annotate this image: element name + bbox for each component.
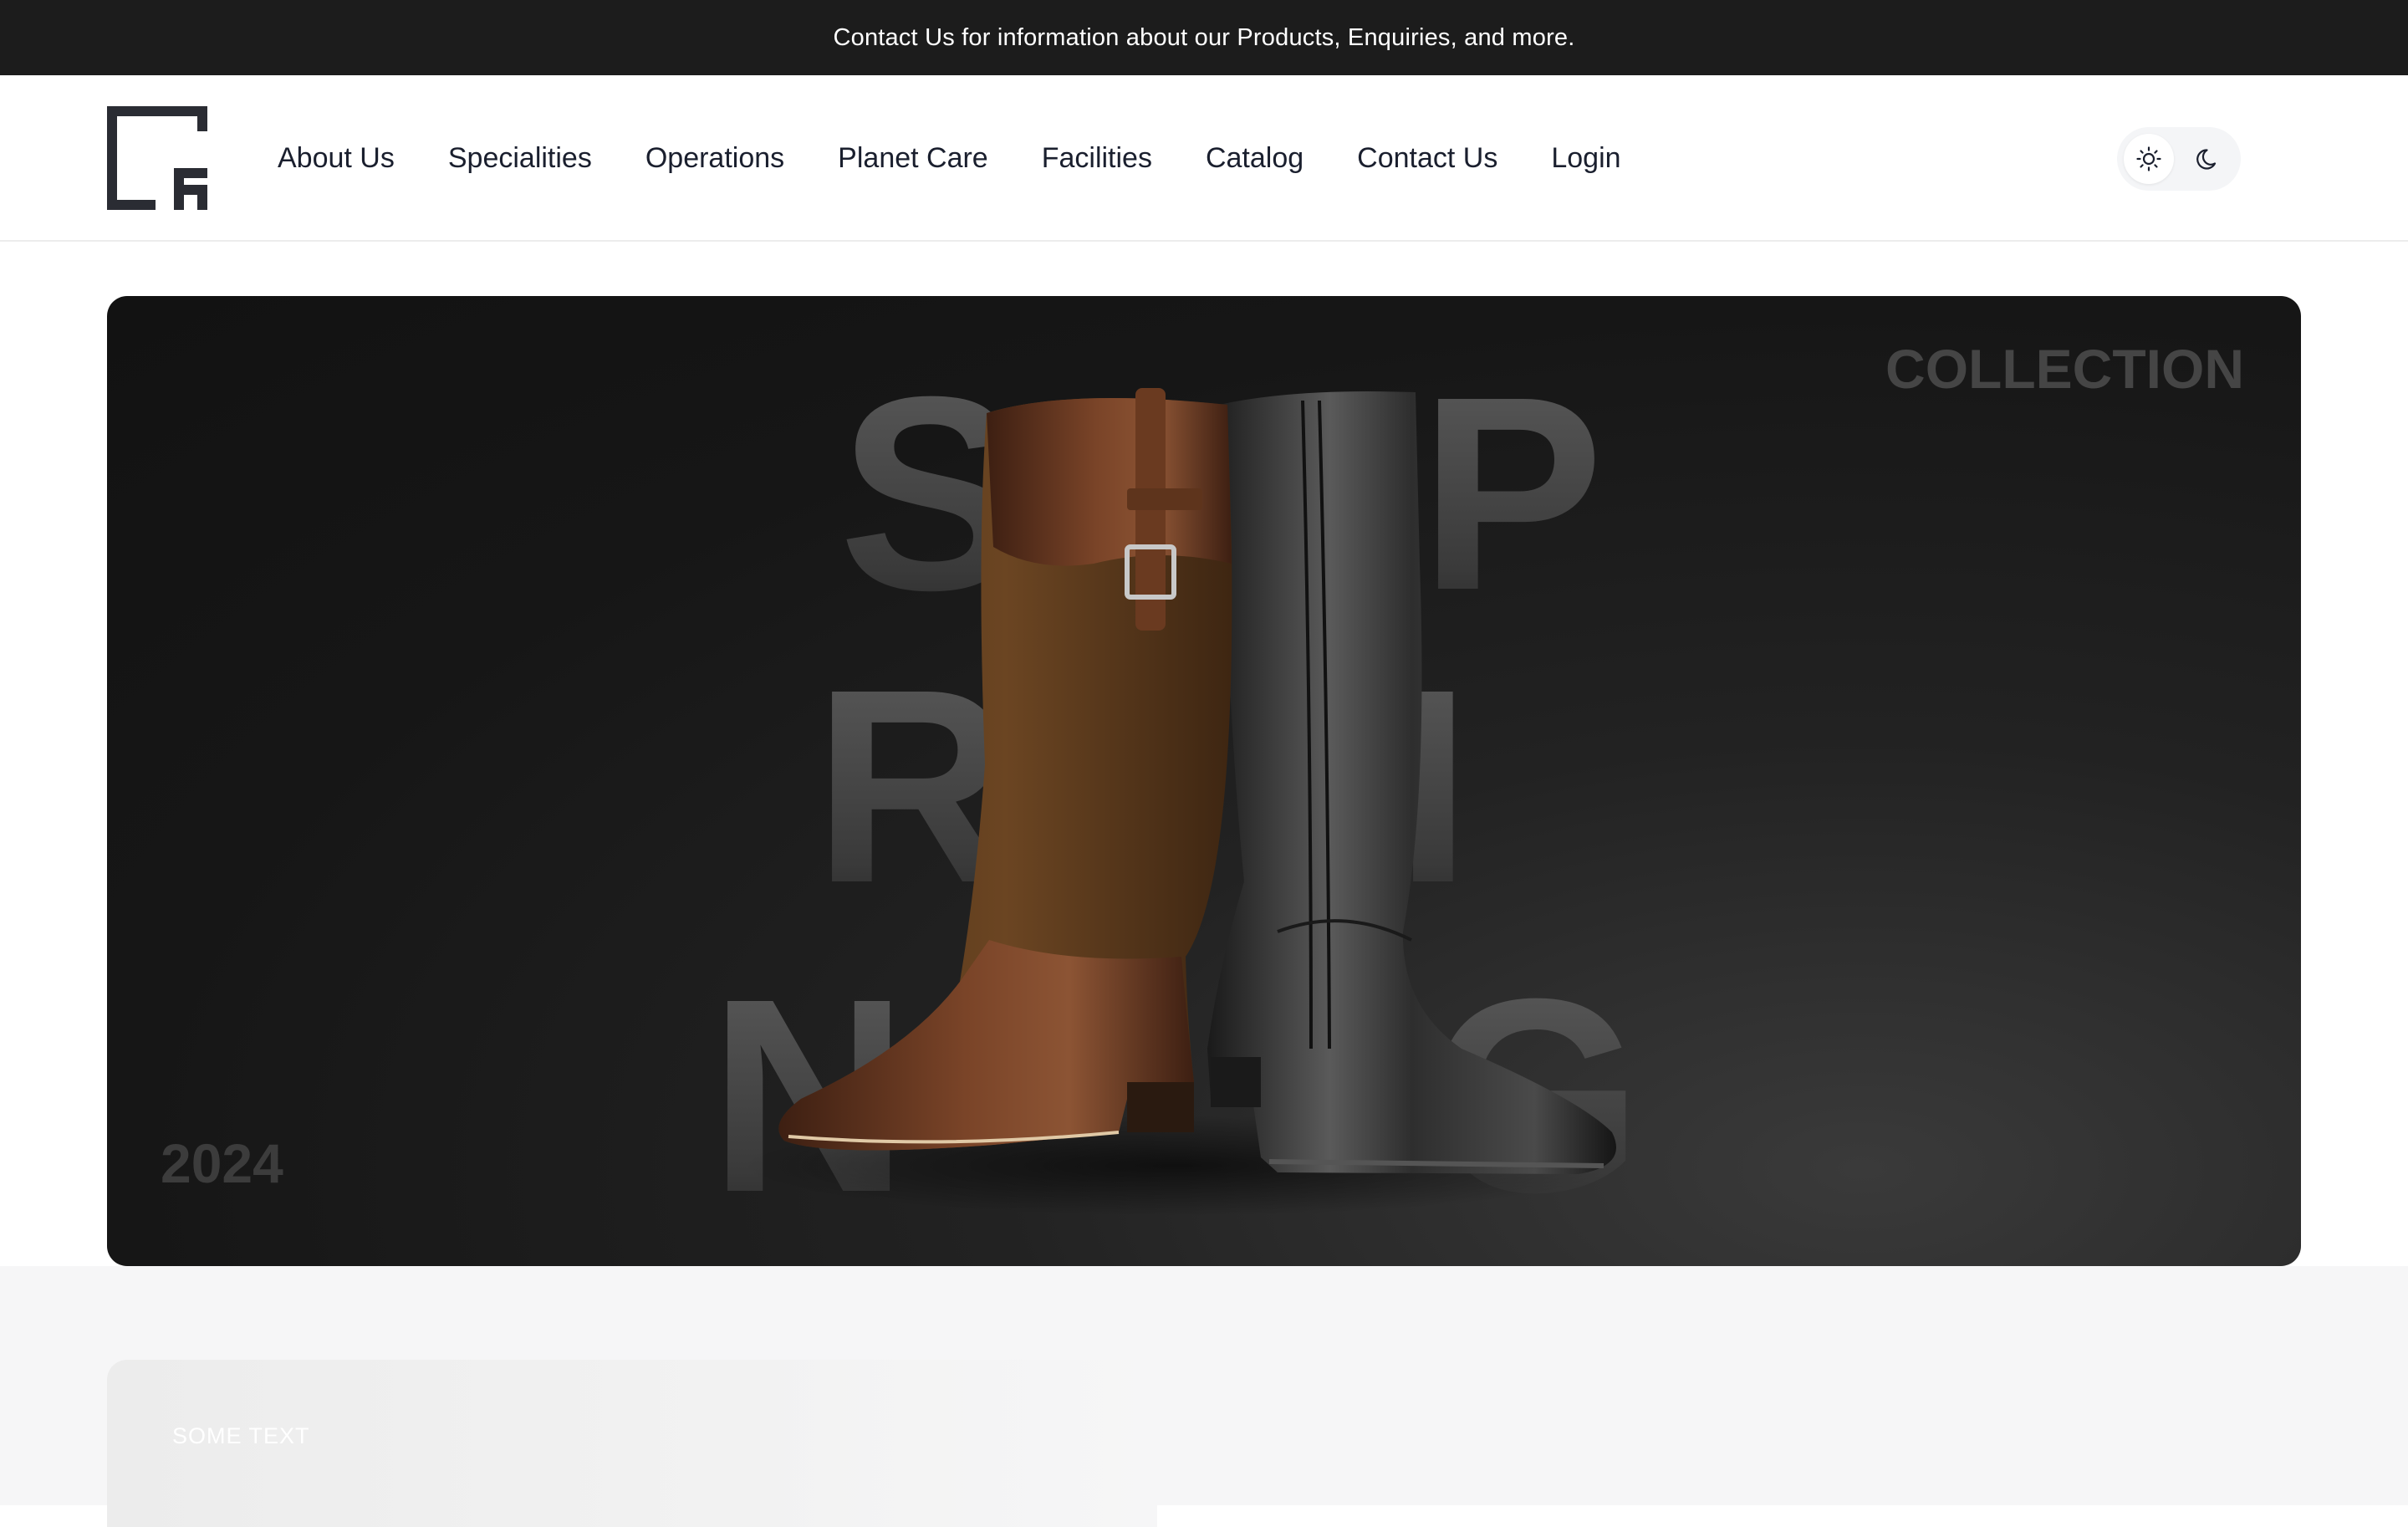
dark-mode-button[interactable] <box>2184 134 2234 184</box>
nav-planet-care[interactable]: Planet Care <box>838 142 988 175</box>
theme-toggle[interactable] <box>2117 127 2241 191</box>
site-header: About Us Specialities Operations Planet … <box>0 75 2408 242</box>
nav-contact-us[interactable]: Contact Us <box>1357 142 1497 175</box>
nav-facilities[interactable]: Facilities <box>1042 142 1152 175</box>
brand-logo[interactable] <box>107 106 207 210</box>
announcement-text: Contact Us for information about our Pro… <box>833 23 1575 51</box>
feature-card-text: SOME TEXT <box>172 1423 310 1448</box>
hero-letter-p: P <box>1420 339 1604 647</box>
hero-year-label: 2024 <box>161 1132 283 1194</box>
feature-card[interactable]: SOME TEXT <box>107 1360 1157 1527</box>
light-mode-button[interactable] <box>2124 134 2174 184</box>
hero-artwork: S P R I N G COLLECTION 2024 <box>161 338 2244 1249</box>
moon-icon <box>2196 149 2217 170</box>
nav-about-us[interactable]: About Us <box>278 142 395 175</box>
hero-collection-label: COLLECTION <box>1885 338 2244 400</box>
lower-section: SOME TEXT <box>0 1266 2408 1527</box>
sun-icon <box>2136 146 2161 171</box>
nav-login[interactable]: Login <box>1551 142 1620 175</box>
hero-banner[interactable]: S P R I N G COLLECTION 2024 <box>107 296 2301 1266</box>
announcement-bar: Contact Us for information about our Pro… <box>0 0 2408 75</box>
main-nav: About Us Specialities Operations Planet … <box>278 75 1675 242</box>
nav-specialities[interactable]: Specialities <box>448 142 592 175</box>
brand-logo-icon <box>107 106 207 210</box>
nav-operations[interactable]: Operations <box>645 142 784 175</box>
nav-catalog[interactable]: Catalog <box>1206 142 1303 175</box>
